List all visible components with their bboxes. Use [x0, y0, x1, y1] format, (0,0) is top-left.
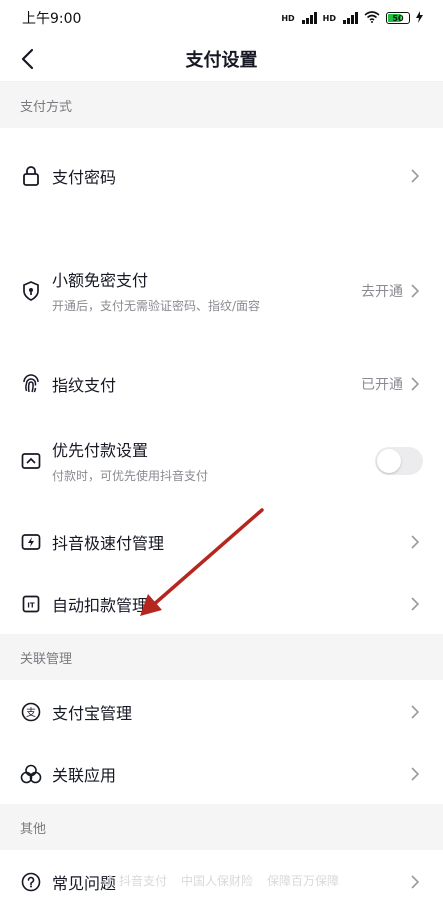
- section-header-payment-methods: 支付方式: [0, 82, 443, 128]
- fingerprint-icon: [20, 373, 42, 395]
- row-status: 去开通: [361, 283, 403, 300]
- wifi-icon: [364, 10, 380, 26]
- svg-text:支: 支: [26, 707, 36, 719]
- lock-icon: [20, 165, 42, 187]
- footer-guarantee: 保障百万保障: [267, 874, 340, 888]
- hd-icon: HD: [281, 13, 295, 23]
- chevron-right-icon: [411, 169, 423, 183]
- footer-insurer: 中国人保财险: [180, 874, 253, 888]
- chevron-right-icon: [411, 283, 423, 298]
- footer-brand-text: 抖音支付: [118, 874, 167, 888]
- row-pay-password[interactable]: 支付密码: [0, 128, 443, 224]
- row-label: 指纹支付: [52, 376, 117, 395]
- signal-icon: [301, 12, 317, 24]
- priority-toggle[interactable]: [375, 446, 423, 475]
- section-header-other: 其他: [0, 804, 443, 850]
- row-auto-debit[interactable]: IT 自动扣款管理: [0, 574, 443, 634]
- footer-brand: 抖音支付: [104, 872, 167, 889]
- status-time: 上午9:00: [22, 11, 82, 27]
- row-subtitle: 开通后，支付无需验证密码、指纹/面容: [52, 299, 261, 313]
- row-label: 优先付款设置: [52, 441, 149, 460]
- row-alipay[interactable]: 支 支付宝管理: [0, 680, 443, 744]
- status-bar: 上午9:00 HD HD 50: [0, 0, 443, 36]
- row-label: 关联应用: [52, 766, 117, 785]
- row-label: 小额免密支付: [52, 271, 149, 290]
- row-speed-pay[interactable]: 抖音极速付管理: [0, 510, 443, 574]
- back-button[interactable]: [12, 44, 42, 74]
- chevron-left-icon: [21, 48, 34, 70]
- chevron-right-icon: [411, 705, 423, 719]
- svg-text:IT: IT: [27, 602, 35, 610]
- signal-icon: [343, 12, 358, 24]
- status-icons: HD HD 50: [281, 10, 423, 26]
- wallet-icon: [20, 450, 42, 472]
- battery-icon: 50: [386, 12, 410, 24]
- page-title: 支付设置: [185, 49, 258, 71]
- row-subtitle: 付款时，可优先使用抖音支付: [52, 469, 209, 483]
- chevron-right-icon: [411, 535, 423, 549]
- row-label: 抖音极速付管理: [52, 534, 165, 553]
- auto-debit-icon: IT: [20, 593, 42, 615]
- chevron-right-icon: [411, 597, 423, 611]
- lightning-card-icon: [20, 531, 42, 553]
- hd-icon: HD: [322, 13, 336, 23]
- charging-icon: [416, 10, 423, 26]
- alipay-icon: 支: [20, 701, 42, 723]
- chevron-right-icon: [411, 377, 423, 391]
- linked-circles-icon: [20, 763, 42, 785]
- row-small-password-free[interactable]: 小额免密支付 开通后，支付无需验证密码、指纹/面容 去开通: [0, 224, 443, 357]
- row-priority-payment: 优先付款设置 付款时，可优先使用抖音支付: [0, 411, 443, 510]
- battery-level: 50: [392, 13, 404, 23]
- shield-icon: [20, 280, 42, 302]
- row-label: 支付宝管理: [52, 704, 133, 723]
- nav-bar: 支付设置: [0, 36, 443, 82]
- row-label: 自动扣款管理: [52, 596, 149, 615]
- tiktok-logo-icon: [104, 874, 115, 887]
- footer: 抖音支付 中国人保财险 保障百万保障: [0, 872, 443, 889]
- row-label: 支付密码: [52, 168, 117, 187]
- row-linked-apps[interactable]: 关联应用: [0, 744, 443, 804]
- row-status: 已开通: [361, 377, 403, 393]
- row-fingerprint-pay[interactable]: 指纹支付 已开通: [0, 357, 443, 411]
- chevron-right-icon: [411, 767, 423, 781]
- toggle-knob: [377, 448, 401, 473]
- section-header-linked: 关联管理: [0, 634, 443, 680]
